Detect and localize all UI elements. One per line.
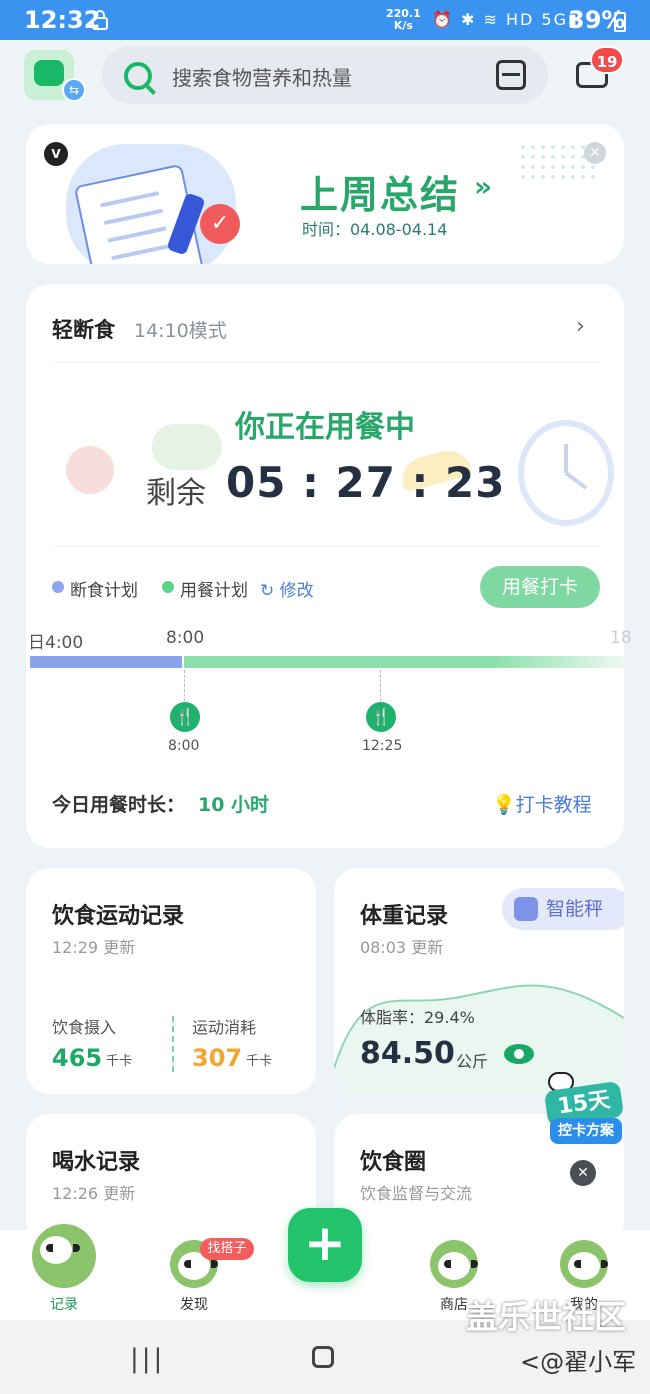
burn-unit: 千卡: [246, 1054, 273, 1069]
remain-label: 剩余: [146, 476, 206, 511]
intake-label: 饮食摄入: [52, 1018, 117, 1037]
card-title: 体重记录: [360, 904, 449, 929]
panda-icon: [430, 1240, 478, 1288]
fasting-state: 你正在用餐中: [235, 410, 415, 445]
legend-fast-plan: 断食计划: [70, 581, 138, 601]
burn-label: 运动消耗: [192, 1018, 257, 1037]
watermark-author: <@翟小军: [520, 1348, 637, 1376]
fasting-mode: 14:10模式: [134, 320, 227, 342]
diet-exercise-card[interactable]: 饮食运动记录 12:29 更新 饮食摄入 465 千卡 运动消耗 307 千卡: [26, 868, 316, 1094]
weight-unit: 公斤: [456, 1052, 489, 1071]
swap-icon: ⇆: [62, 78, 86, 102]
eye-icon[interactable]: [504, 1044, 534, 1064]
panda-icon: [32, 1224, 96, 1288]
smart-scale-button[interactable]: 智能秤: [502, 888, 624, 930]
timeline-tick: 日4:00: [28, 633, 84, 653]
card-title: 饮食圈: [360, 1150, 427, 1175]
modify-link[interactable]: ↻ 修改: [260, 576, 314, 601]
intake-value: 465: [52, 1044, 103, 1072]
divider: [52, 546, 600, 547]
apple-decor-icon: [66, 446, 114, 494]
fasting-title[interactable]: 轻断食: [52, 314, 115, 344]
network-speed: 220.1 K/s: [386, 7, 421, 32]
divider: [172, 1016, 174, 1072]
add-record-button[interactable]: +: [288, 1208, 362, 1282]
card-updated: 12:29 更新: [52, 938, 136, 957]
fork-knife-icon[interactable]: 🍴: [170, 702, 200, 732]
nav-label: 记录: [50, 1297, 78, 1313]
card-subtitle: 饮食监督与交流: [360, 1184, 473, 1203]
close-banner-button[interactable]: ✕: [584, 142, 606, 164]
card-updated: 08:03 更新: [360, 938, 444, 957]
check-badge-icon: ✓: [200, 204, 240, 244]
home-button[interactable]: [312, 1346, 334, 1368]
close-promo-button[interactable]: ✕: [570, 1160, 596, 1186]
promo-plan: 控卡方案: [550, 1118, 622, 1144]
mail-badge: 19: [590, 46, 624, 74]
calorie-plan-promo[interactable]: 15天 控卡方案: [543, 1072, 625, 1150]
meal-connector: [184, 670, 185, 706]
nav-label: 发现: [180, 1297, 208, 1313]
recent-apps-button[interactable]: |||: [130, 1344, 165, 1374]
search-placeholder: 搜索食物营养和热量: [172, 66, 352, 90]
duration-label: 今日用餐时长：: [52, 794, 186, 816]
weight-value: 84.50: [360, 1036, 455, 1071]
meal-checkin-button[interactable]: 用餐打卡: [480, 566, 600, 608]
chevron-right-icon[interactable]: ›: [576, 314, 585, 339]
burn-value: 307: [192, 1044, 243, 1072]
app-logo-icon: [34, 60, 64, 86]
countdown-timer: 05 : 27 : 23: [226, 458, 506, 507]
fast-legend-dot: [52, 581, 64, 593]
body-fat: 体脂率：29.4%: [360, 1008, 475, 1027]
find-partner-badge: 找搭子: [200, 1238, 254, 1260]
meal-time: 12:25: [362, 738, 403, 754]
lock-icon: [92, 10, 108, 30]
card-title: 喝水记录: [52, 1150, 141, 1175]
intake-unit: 千卡: [106, 1054, 133, 1069]
battery-icon: [614, 12, 626, 32]
search-bar[interactable]: 搜索食物营养和热量: [102, 46, 548, 104]
nav-item-record[interactable]: 记录: [14, 1224, 114, 1320]
status-icons: ⏰ ✱ ≋ HD 5G▮: [432, 10, 579, 29]
scan-icon[interactable]: [496, 60, 526, 90]
meal-connector: [380, 670, 381, 706]
tutorial-label: 打卡教程: [515, 794, 592, 816]
vip-logo-icon: V: [44, 142, 68, 166]
eating-bar: [184, 656, 624, 668]
watermark: 盖乐世社区: [466, 1298, 627, 1336]
summary-arrow-icon: »: [474, 170, 493, 203]
meal-time: 8:00: [168, 738, 200, 754]
status-time: 12:32: [24, 6, 101, 34]
panda-icon: [560, 1240, 608, 1288]
card-title: 饮食运动记录: [52, 904, 185, 929]
fork-knife-icon[interactable]: 🍴: [366, 702, 396, 732]
divider: [52, 362, 600, 363]
timeline-tick: 8:00: [166, 628, 205, 648]
summary-title: 上周总结: [300, 173, 461, 217]
duration-value: 10 小时: [198, 794, 270, 816]
legend-eat-plan: 用餐计划: [180, 581, 248, 601]
fasting-bar: [30, 656, 182, 668]
timeline-tick: 18: [610, 628, 632, 648]
weekly-summary-banner[interactable]: ✓ V 上周总结 » 时间：04.08-04.14 ✕: [26, 124, 624, 264]
weight-card[interactable]: 体重记录 08:03 更新 智能秤 体脂率：29.4% 84.50 公斤: [334, 868, 624, 1094]
summary-period: 时间：04.08-04.14: [302, 220, 448, 239]
status-bar: 12:32 220.1 K/s ⏰ ✱ ≋ HD 5G▮ 39%: [0, 0, 650, 40]
card-updated: 12:26 更新: [52, 1184, 136, 1203]
search-icon: [124, 62, 152, 90]
app-switch-icon[interactable]: ⇆: [24, 50, 86, 102]
modify-label: 修改: [279, 581, 314, 601]
tutorial-link[interactable]: 💡打卡教程: [492, 790, 592, 817]
eat-legend-dot: [162, 581, 174, 593]
fasting-card: 轻断食 14:10模式 › 你正在用餐中 剩余 05 : 27 : 23 断食计…: [26, 284, 632, 848]
